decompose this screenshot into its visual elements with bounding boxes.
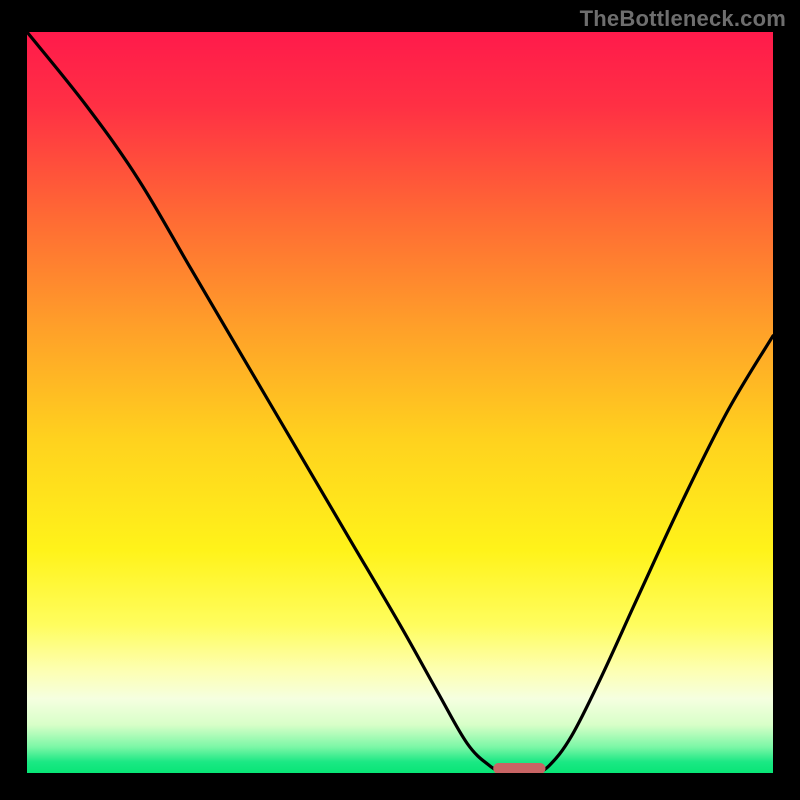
chart-container: TheBottleneck.com (0, 0, 800, 800)
watermark-label: TheBottleneck.com (580, 6, 786, 32)
optimal-range-marker (493, 763, 545, 773)
chart-background (27, 32, 773, 773)
chart-svg (27, 32, 773, 773)
plot-area (27, 32, 773, 773)
